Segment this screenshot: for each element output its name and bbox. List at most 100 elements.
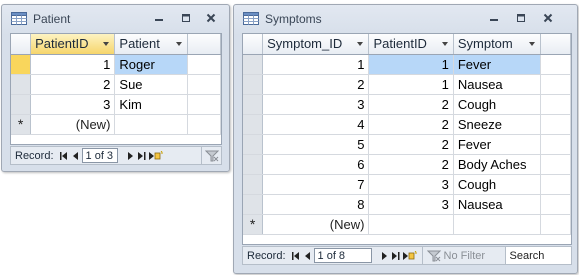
dropdown-arrow-icon[interactable]: [357, 42, 364, 46]
dropdown-arrow-icon[interactable]: [103, 42, 110, 46]
cell-symptom-id[interactable]: 1: [262, 54, 370, 75]
table-row[interactable]: 2 Sue: [11, 74, 221, 95]
cell-patientid[interactable]: 3: [368, 194, 454, 215]
new-record-row[interactable]: * (New): [11, 114, 221, 135]
cell-symptom[interactable]: Fever: [453, 54, 541, 75]
table-row[interactable]: 4 2 Sneeze: [243, 114, 571, 135]
dropdown-arrow-icon[interactable]: [528, 42, 535, 46]
cell-new-placeholder[interactable]: (New): [30, 114, 116, 135]
column-header-patientid[interactable]: PatientID: [30, 34, 116, 55]
cell-patient[interactable]: Sue: [114, 74, 188, 95]
cell-patientid[interactable]: 2: [30, 74, 116, 95]
cell-patientid[interactable]: 1: [368, 74, 454, 95]
search-input[interactable]: Search: [504, 247, 571, 264]
symptoms-titlebar[interactable]: Symptoms: [234, 5, 577, 32]
cell-symptom[interactable]: Nausea: [453, 194, 541, 215]
current-record-input[interactable]: 1 of 3: [81, 148, 118, 163]
row-selector[interactable]: [243, 194, 264, 215]
cell-patient[interactable]: [114, 114, 188, 135]
row-selector[interactable]: [243, 134, 264, 155]
new-record-row[interactable]: * (New): [243, 214, 571, 235]
cell-symptom-id[interactable]: 4: [262, 114, 370, 135]
row-selector[interactable]: [243, 174, 264, 195]
table-row[interactable]: 7 3 Cough: [243, 174, 571, 195]
cell-symptom[interactable]: Cough: [453, 174, 541, 195]
cell-symptom-id[interactable]: 7: [262, 174, 370, 195]
table-row[interactable]: 3 2 Cough: [243, 94, 571, 115]
cell-patientid[interactable]: 3: [368, 174, 454, 195]
close-button[interactable]: [540, 11, 556, 25]
symptoms-table-window[interactable]: Symptoms Symptom_ID PatientID Symptom 1 …: [233, 4, 578, 274]
first-record-button[interactable]: [290, 249, 302, 263]
select-all-corner[interactable]: [243, 34, 264, 55]
cell-patientid[interactable]: 2: [368, 114, 454, 135]
row-selector[interactable]: [243, 94, 264, 115]
table-row[interactable]: 5 2 Fever: [243, 134, 571, 155]
last-record-button[interactable]: [136, 149, 148, 163]
row-selector[interactable]: [243, 74, 264, 95]
cell-patientid[interactable]: [368, 214, 454, 235]
column-header-add[interactable]: [540, 34, 571, 55]
minimize-button[interactable]: [151, 11, 167, 25]
cell-patientid[interactable]: 1: [30, 54, 116, 75]
dropdown-arrow-icon[interactable]: [441, 42, 448, 46]
first-record-button[interactable]: [58, 149, 70, 163]
cell-patientid[interactable]: 2: [368, 154, 454, 175]
column-header-add[interactable]: [187, 34, 221, 55]
previous-record-button[interactable]: [302, 249, 314, 263]
column-header-patient[interactable]: Patient: [114, 34, 188, 55]
cell-patient[interactable]: Kim: [114, 94, 188, 115]
restore-button[interactable]: [178, 11, 194, 25]
table-row[interactable]: 1 1 Fever: [243, 54, 571, 75]
new-record-selector[interactable]: *: [243, 214, 264, 235]
new-record-button[interactable]: [148, 149, 164, 163]
restore-button[interactable]: [513, 11, 529, 25]
no-filter-button[interactable]: No Filter: [421, 247, 505, 264]
cell-symptom[interactable]: [453, 214, 541, 235]
cell-symptom-id[interactable]: 5: [262, 134, 370, 155]
cell-patientid[interactable]: 3: [30, 94, 116, 115]
cell-patientid[interactable]: 2: [368, 134, 454, 155]
next-record-button[interactable]: [124, 149, 136, 163]
cell-symptom-id[interactable]: 3: [262, 94, 370, 115]
table-row[interactable]: 8 3 Nausea: [243, 194, 571, 215]
cell-symptom[interactable]: Body Aches: [453, 154, 541, 175]
last-record-button[interactable]: [390, 249, 402, 263]
cell-symptom[interactable]: Sneeze: [453, 114, 541, 135]
previous-record-button[interactable]: [70, 149, 82, 163]
patient-titlebar[interactable]: Patient: [2, 5, 229, 32]
row-selector[interactable]: [11, 54, 32, 75]
symptoms-datasheet[interactable]: Symptom_ID PatientID Symptom 1 1 Fever 2…: [242, 33, 572, 245]
table-row[interactable]: 1 Roger: [11, 54, 221, 75]
select-all-corner[interactable]: [11, 34, 32, 55]
close-button[interactable]: [203, 11, 219, 25]
row-selector[interactable]: [243, 114, 264, 135]
column-header-symptom[interactable]: Symptom: [453, 34, 541, 55]
column-header-patientid[interactable]: PatientID: [368, 34, 454, 55]
column-header-symptom-id[interactable]: Symptom_ID: [262, 34, 370, 55]
patient-datasheet[interactable]: PatientID Patient 1 Roger 2 Sue 3 Kim * …: [10, 33, 222, 145]
cell-new-placeholder[interactable]: (New): [262, 214, 370, 235]
table-row[interactable]: 3 Kim: [11, 94, 221, 115]
row-selector[interactable]: [11, 74, 32, 95]
cell-symptom-id[interactable]: 2: [262, 74, 370, 95]
cell-symptom-id[interactable]: 6: [262, 154, 370, 175]
cell-symptom-id[interactable]: 8: [262, 194, 370, 215]
next-record-button[interactable]: [378, 249, 390, 263]
cell-symptom[interactable]: Fever: [453, 134, 541, 155]
minimize-button[interactable]: [486, 11, 502, 25]
table-row[interactable]: 6 2 Body Aches: [243, 154, 571, 175]
row-selector[interactable]: [243, 154, 264, 175]
new-record-button[interactable]: [402, 249, 418, 263]
row-selector[interactable]: [11, 94, 32, 115]
cell-patientid[interactable]: 1: [368, 54, 454, 75]
cell-symptom[interactable]: Cough: [453, 94, 541, 115]
patient-table-window[interactable]: Patient PatientID Patient 1 Roger 2 Sue …: [1, 4, 230, 172]
table-row[interactable]: 2 1 Nausea: [243, 74, 571, 95]
cell-patient[interactable]: Roger: [114, 54, 188, 75]
new-record-selector[interactable]: *: [11, 114, 32, 135]
cell-patientid[interactable]: 2: [368, 94, 454, 115]
cell-symptom[interactable]: Nausea: [453, 74, 541, 95]
current-record-input[interactable]: 1 of 8: [313, 248, 372, 263]
filter-button[interactable]: [201, 147, 221, 164]
